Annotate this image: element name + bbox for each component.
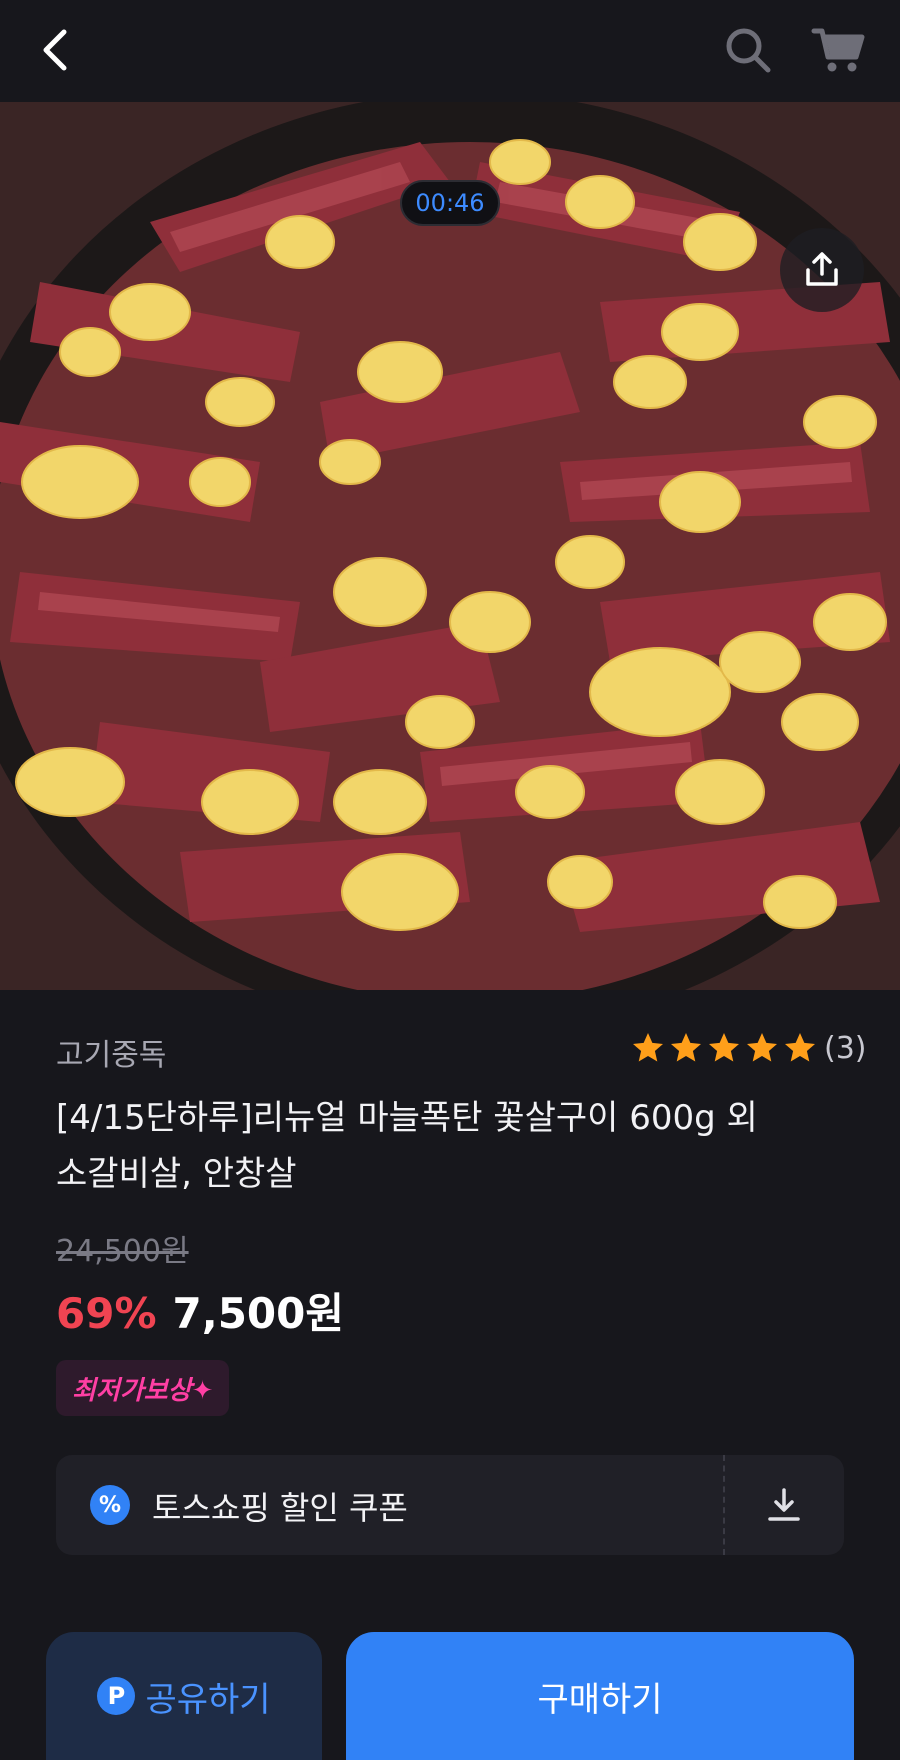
download-icon	[768, 1488, 800, 1521]
product-title-line-2: 소갈비살, 안창살	[56, 1154, 297, 1194]
seller-name[interactable]: 고기중독	[56, 1030, 166, 1074]
search-button[interactable]	[718, 20, 778, 80]
product-image[interactable]: 00:46	[0, 102, 900, 990]
chevron-left-icon	[43, 29, 67, 71]
share-upload-icon	[806, 252, 838, 286]
cart-button[interactable]	[808, 20, 868, 80]
product-title: [4/15단하루]리뉴얼 마늘폭탄 꽃살구이 600g 외 소갈비살, 안창살	[56, 1090, 856, 1202]
coupon-banner[interactable]: % 토스쇼핑 할인 쿠폰	[56, 1455, 844, 1555]
search-icon	[726, 28, 771, 73]
coupon-divider	[723, 1455, 725, 1555]
star-icon	[709, 1033, 739, 1062]
star-icon	[785, 1033, 815, 1062]
product-photo	[0, 102, 900, 990]
review-count: (3)	[824, 1030, 867, 1066]
lowest-price-badge[interactable]: 최저가보상✦	[56, 1360, 230, 1416]
buy-button[interactable]: 구매하기	[346, 1632, 854, 1760]
rating[interactable]: (3)	[630, 1030, 867, 1066]
star-icon	[671, 1033, 701, 1062]
sale-price: 7,500원	[172, 1289, 345, 1338]
top-bar	[0, 0, 900, 102]
product-detail-page: 00:46 고기중독 (3) [4/15단하루]리뉴얼 마늘폭탄 꽃살구이 60…	[0, 0, 900, 1760]
back-button[interactable]	[30, 18, 80, 82]
coupon-label: 토스쇼핑 할인 쿠폰	[152, 1489, 408, 1527]
coupon-download-button[interactable]	[756, 1477, 812, 1533]
cart-icon	[811, 28, 865, 72]
share-points-label: 공유하기	[145, 1679, 271, 1720]
share-points-button[interactable]: P 공유하기	[46, 1632, 322, 1760]
star-icon	[633, 1033, 663, 1062]
points-icon: P	[97, 1677, 136, 1715]
product-title-line-1: [4/15단하루]리뉴얼 마늘폭탄 꽃살구이 600g 외	[56, 1098, 758, 1138]
percent-icon: %	[90, 1485, 130, 1525]
price-row: 69% 7,500원	[56, 1280, 344, 1341]
discount-rate: 69%	[56, 1289, 157, 1338]
share-button[interactable]	[780, 228, 864, 312]
original-price: 24,500원	[56, 1234, 189, 1269]
video-timer: 00:46	[400, 180, 500, 226]
star-icon	[747, 1033, 777, 1062]
